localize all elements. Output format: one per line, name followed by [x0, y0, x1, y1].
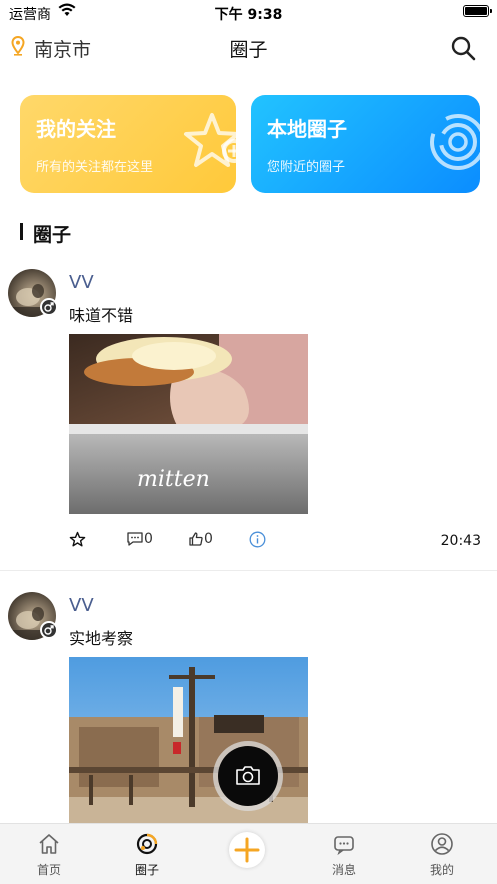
- like-count: 0: [204, 531, 213, 547]
- star-icon: [184, 113, 236, 167]
- message-icon: [334, 836, 354, 856]
- svg-text:mitten: mitten: [137, 467, 210, 492]
- tab-home-label: 首页: [36, 863, 61, 877]
- clock: 下午 9:38: [214, 7, 283, 23]
- like-button[interactable]: 0: [188, 531, 213, 547]
- info-icon: [249, 531, 266, 548]
- male-icon: [40, 298, 58, 316]
- post-content: 实地考察: [69, 629, 134, 648]
- profile-icon: [431, 833, 453, 855]
- local-circle-subtitle: 您附近的圈子: [267, 160, 346, 175]
- tab-home[interactable]: 首页: [9, 824, 89, 884]
- battery-icon: [463, 5, 492, 17]
- home-icon: [39, 834, 59, 854]
- post-image[interactable]: mitten: [69, 334, 308, 514]
- circle-icon: [136, 833, 158, 855]
- camera-button[interactable]: [213, 741, 283, 811]
- tab-bar: 首页 圈子 消息 我的: [0, 823, 497, 884]
- divider: [0, 570, 497, 571]
- username[interactable]: VV: [69, 595, 94, 616]
- post-time: 20:43: [440, 533, 481, 549]
- comment-button[interactable]: 0: [126, 531, 153, 547]
- tab-profile[interactable]: 我的: [402, 824, 482, 884]
- username[interactable]: VV: [69, 272, 94, 293]
- tab-circle[interactable]: 圈子: [107, 824, 187, 884]
- section-title: 圈子: [33, 224, 72, 246]
- tab-messages-label: 消息: [331, 863, 356, 877]
- post-actions: 0 0 20:43: [0, 531, 497, 555]
- add-icon: [234, 837, 260, 863]
- my-follows-card[interactable]: 我的关注 所有的关注都在这里: [20, 95, 236, 193]
- tab-messages[interactable]: 消息: [304, 824, 384, 884]
- search-icon[interactable]: [449, 34, 477, 62]
- nav-bar: 南京市 圈子: [0, 28, 497, 66]
- favorite-button[interactable]: [69, 531, 86, 548]
- comment-icon: [127, 532, 143, 546]
- status-bar: 运营商 下午 9:38: [0, 0, 497, 26]
- my-follows-subtitle: 所有的关注都在这里: [36, 160, 154, 175]
- section-marker: [20, 223, 23, 240]
- thumbs-up-icon: [189, 532, 203, 546]
- post-content: 味道不错: [69, 306, 134, 325]
- my-follows-title: 我的关注: [36, 117, 116, 141]
- local-circle-title: 本地圈子: [267, 117, 347, 141]
- info-button[interactable]: [249, 531, 266, 548]
- tab-profile-label: 我的: [429, 863, 454, 877]
- page-title: 圈子: [229, 39, 268, 61]
- camera-icon: [236, 766, 260, 785]
- male-icon: [40, 621, 58, 639]
- ripple-icon: [430, 114, 480, 170]
- post-item[interactable]: VV 味道不错 mitten 0 0 20:43: [0, 269, 497, 569]
- tab-circle-label: 圈子: [134, 863, 159, 877]
- local-circle-card[interactable]: 本地圈子 您附近的圈子: [251, 95, 480, 193]
- tab-add-button[interactable]: [229, 832, 265, 868]
- star-outline-icon: [69, 531, 86, 547]
- comment-count: 0: [144, 531, 153, 547]
